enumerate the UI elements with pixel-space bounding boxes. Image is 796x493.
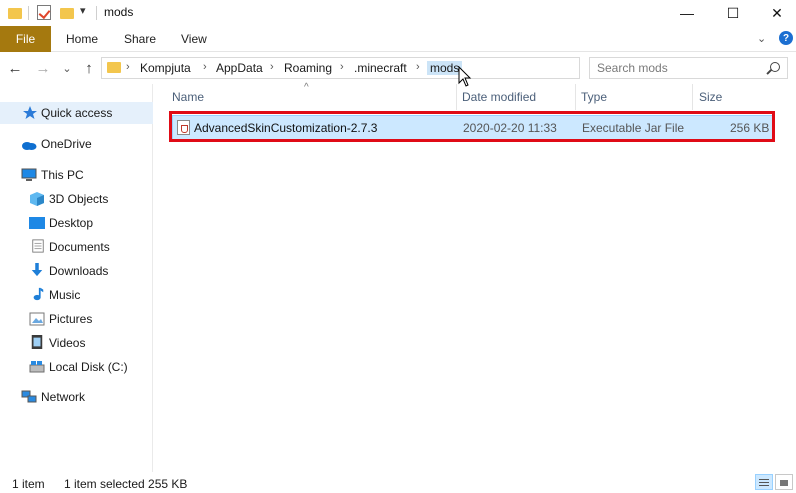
sidebar-item-pictures[interactable]: Pictures [0,308,153,330]
sidebar-item-documents[interactable]: Documents [0,236,153,258]
sidebar-item-downloads[interactable]: Downloads [0,260,153,282]
sidebar-item-network[interactable]: Network [0,386,153,408]
cube-icon [30,192,44,206]
desktop-icon [29,217,45,229]
close-button[interactable]: ✕ [754,0,796,26]
title-bar: ▾ mods — ☐ ✕ [0,0,796,26]
new-folder-icon[interactable] [60,8,74,19]
search-input[interactable]: Search mods [589,57,788,79]
tab-file[interactable]: File [0,26,51,52]
maximize-button[interactable]: ☐ [710,0,756,26]
cloud-icon [22,142,37,150]
sidebar-item-videos[interactable]: Videos [0,332,153,354]
sidebar-item-label: This PC [41,168,84,182]
sidebar-item-this-pc[interactable]: This PC [0,164,153,186]
column-header-type[interactable]: Type [581,90,607,104]
sidebar-item-label: Network [41,390,86,404]
sidebar-item-label: Quick access [41,106,113,120]
column-header-size[interactable]: Size [699,90,722,104]
column-header-name[interactable]: Name [172,90,204,104]
help-icon[interactable]: ? [779,31,793,45]
status-bar: 1 item 1 item selected 255 KB [0,472,796,493]
pictures-icon [29,312,45,326]
breadcrumb-separator[interactable]: › [270,61,274,73]
search-placeholder: Search mods [597,61,668,75]
recent-locations-button[interactable]: ⌄ [60,58,74,78]
drive-icon [29,361,45,373]
sidebar-item-music[interactable]: Music [0,284,153,306]
column-header-date-modified[interactable]: Date modified [462,90,536,104]
search-icon[interactable] [770,62,780,72]
sidebar-item-local-disk[interactable]: Local Disk (C:) [0,356,153,378]
address-row: ← → ⌄ ↑ › Kompjuta › AppData › Roaming ›… [0,52,796,84]
sidebar-item-label: Videos [49,336,86,350]
breadcrumb-separator[interactable]: › [340,61,344,73]
expand-ribbon-icon[interactable]: ⌄ [757,32,766,45]
folder-icon [107,62,121,73]
folder-icon [8,8,22,19]
status-selection: 1 item selected 255 KB [64,477,188,491]
sidebar-item-label: Desktop [49,216,94,230]
sidebar-item-desktop[interactable]: Desktop [0,212,153,234]
properties-icon[interactable] [37,5,51,20]
sidebar-item-onedrive[interactable]: OneDrive [0,133,153,155]
details-view-button[interactable] [755,474,773,490]
sidebar-item-label: Pictures [49,312,93,326]
music-icon [33,287,44,301]
breadcrumb-separator[interactable]: › [126,61,130,73]
download-icon [31,263,43,277]
separator [96,6,97,20]
back-button[interactable]: ← [6,58,24,78]
window-title: mods [104,5,134,19]
sidebar-item-label: 3D Objects [49,192,109,206]
computer-icon [21,168,37,181]
breadcrumb-separator[interactable]: › [416,61,420,73]
minimize-button[interactable]: — [664,0,710,26]
breadcrumb-minecraft[interactable]: .minecraft [354,61,407,75]
ribbon: File Home Share View ⌄ ? [0,26,796,52]
video-icon [31,335,43,349]
separator [28,6,29,20]
star-icon [23,106,37,119]
sort-ascending-icon: ^ [304,82,309,93]
breadcrumb-appdata[interactable]: AppData [216,61,263,75]
highlight-annotation [169,111,775,142]
forward-button[interactable]: → [34,58,52,78]
breadcrumb-separator[interactable]: › [203,61,207,73]
file-list: ^ Name Date modified Type Size AdvancedS… [154,82,796,472]
mouse-cursor-icon [458,66,472,87]
breadcrumb-roaming[interactable]: Roaming [284,61,332,75]
navigation-pane: Quick access OneDrive This PC 3D Objects… [0,84,153,472]
sidebar-item-quick-access[interactable]: Quick access [0,102,153,124]
sidebar-item-label: OneDrive [41,137,92,151]
tab-share[interactable]: Share [124,26,156,52]
column-divider[interactable] [456,84,457,110]
customize-quick-access-icon[interactable]: ▾ [80,4,86,17]
address-bar[interactable]: › Kompjuta › AppData › Roaming › .minecr… [101,57,675,79]
sidebar-item-label: Documents [49,240,110,254]
tab-view[interactable]: View [181,26,207,52]
sidebar-item-3d-objects[interactable]: 3D Objects [0,188,153,210]
status-item-count: 1 item [12,477,45,491]
up-button[interactable]: ↑ [80,58,98,78]
column-divider[interactable] [692,84,693,110]
sidebar-item-label: Music [49,288,81,302]
breadcrumb-kompjuta[interactable]: Kompjuta [140,61,191,75]
network-icon [21,390,37,403]
sidebar-item-label: Downloads [49,264,109,278]
sidebar-item-label: Local Disk (C:) [49,360,128,374]
tab-home[interactable]: Home [66,26,98,52]
large-icons-view-button[interactable] [775,474,793,490]
column-divider[interactable] [575,84,576,110]
document-icon [32,239,44,253]
